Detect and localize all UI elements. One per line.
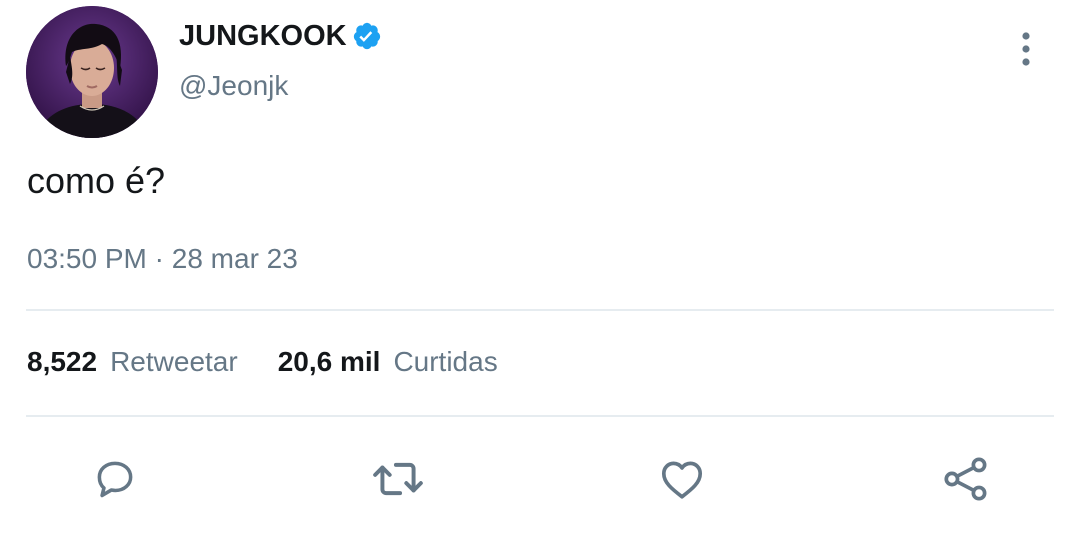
verified-badge-icon bbox=[352, 21, 382, 51]
likes-count[interactable]: 20,6 mil bbox=[278, 346, 381, 378]
avatar[interactable] bbox=[26, 6, 158, 138]
profile-photo bbox=[26, 6, 158, 138]
tweet-time[interactable]: 03:50 PM bbox=[27, 243, 147, 274]
meta-separator: · bbox=[154, 243, 164, 274]
share-button[interactable] bbox=[939, 452, 993, 506]
retweet-icon bbox=[373, 462, 423, 496]
divider bbox=[26, 415, 1054, 417]
retweets-count[interactable]: 8,522 bbox=[27, 346, 97, 378]
likes-label[interactable]: Curtidas bbox=[393, 346, 497, 378]
tweet-date[interactable]: 28 mar 23 bbox=[172, 243, 298, 274]
tweet-text: como é? bbox=[27, 160, 166, 201]
tweet-timestamp: 03:50 PM · 28 mar 23 bbox=[27, 243, 298, 275]
tweet-stats: 8,522 Retweetar 20,6 mil Curtidas bbox=[27, 346, 498, 378]
reply-icon bbox=[97, 461, 133, 498]
more-options-icon[interactable] bbox=[1014, 30, 1038, 70]
reply-button[interactable] bbox=[88, 452, 142, 506]
like-button[interactable] bbox=[655, 452, 709, 506]
retweet-button[interactable] bbox=[371, 452, 425, 506]
heart-icon bbox=[661, 461, 703, 499]
author-display-name[interactable]: JUNGKOOK bbox=[179, 20, 347, 53]
divider bbox=[26, 309, 1054, 311]
author-handle[interactable]: @Jeonjk bbox=[179, 70, 288, 102]
author-name-row: JUNGKOOK bbox=[179, 18, 382, 54]
share-icon bbox=[944, 457, 987, 501]
retweets-label[interactable]: Retweetar bbox=[110, 346, 238, 378]
